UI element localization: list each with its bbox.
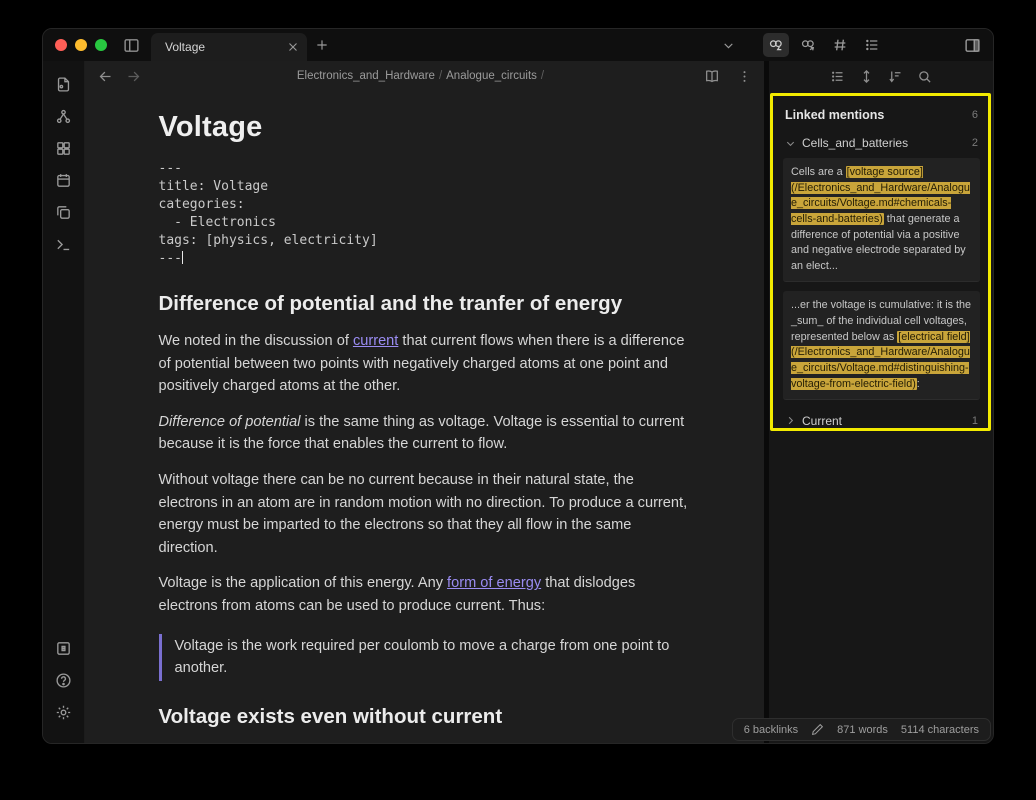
collapsed-backlinks: Current 1 Ohms_Law 1 Resistance 1 — [783, 409, 980, 431]
graph-view-icon[interactable] — [49, 103, 79, 129]
navigate-back-icon[interactable] — [93, 65, 117, 87]
section-heading: Voltage exists even without current — [159, 705, 691, 729]
frontmatter-line: categories: — [159, 196, 691, 214]
minimize-window-button[interactable] — [75, 39, 87, 51]
frontmatter[interactable]: ---title: Voltagecategories: - Electroni… — [159, 160, 691, 268]
more-options-icon[interactable] — [732, 65, 756, 87]
blockquote: Voltage is the work required per coulomb… — [159, 634, 691, 682]
search-icon[interactable] — [917, 69, 932, 84]
frontmatter-line: title: Voltage — [159, 178, 691, 196]
text-segment: Voltage is the application of this energ… — [159, 575, 448, 591]
outgoing-links-icon[interactable] — [795, 33, 821, 57]
backlink-file-count: 2 — [972, 137, 978, 149]
backlink-file-current[interactable]: Current 1 — [783, 409, 980, 431]
settings-icon[interactable] — [49, 699, 79, 725]
traffic-lights — [43, 29, 117, 61]
word-count-status[interactable]: 871 words — [837, 724, 888, 736]
new-tab-icon[interactable] — [307, 29, 337, 61]
text-segment: Difference of potential — [159, 414, 301, 430]
section-heading: Difference of potential and the tranfer … — [159, 292, 691, 316]
toggle-right-sidebar-icon[interactable] — [959, 33, 985, 57]
breadcrumb: Electronics_and_Hardware/Analogue_circui… — [145, 70, 700, 82]
backlinks-icon[interactable] — [763, 33, 789, 57]
note-body: Difference of potential and the tranfer … — [159, 292, 691, 743]
quick-switcher-icon[interactable] — [49, 71, 79, 97]
tab-voltage[interactable]: Voltage — [151, 33, 307, 61]
toggle-left-sidebar-icon[interactable] — [117, 29, 145, 61]
sort-order-icon[interactable] — [888, 69, 903, 84]
breadcrumb-item[interactable]: Electronics_and_Hardware — [297, 70, 435, 82]
linked-mentions-count: 6 — [972, 109, 978, 121]
linked-mentions-header: Linked mentions 6 — [783, 106, 980, 132]
backlink-file-count: 1 — [972, 415, 978, 427]
expand-collapse-icon[interactable] — [859, 69, 874, 84]
paragraph: Without voltage there can be no current … — [159, 469, 691, 559]
app-window: Voltage — [42, 28, 994, 744]
backlinks-pane-header — [769, 61, 993, 91]
editor-pane: Electronics_and_Hardware/Analogue_circui… — [85, 61, 764, 743]
note-title: Voltage — [159, 111, 691, 144]
tags-icon[interactable] — [827, 33, 853, 57]
edit-mode-icon[interactable] — [811, 723, 824, 736]
left-ribbon — [43, 61, 85, 743]
chevron-down-icon — [785, 138, 796, 149]
backlink-count-status[interactable]: 6 backlinks — [744, 724, 798, 736]
breadcrumb-separator: / — [435, 70, 446, 82]
show-context-icon[interactable] — [830, 69, 845, 84]
text-segment: : — [917, 378, 920, 390]
text-segment: Cells are a — [791, 166, 846, 178]
text-segment: Voltage is the work required per coulomb… — [175, 638, 670, 676]
workspace: Electronics_and_Hardware/Analogue_circui… — [43, 61, 993, 743]
reading-view-icon[interactable] — [700, 65, 724, 87]
character-count-status[interactable]: 5114 characters — [901, 724, 979, 736]
text-segment: We noted in the discussion of — [159, 333, 353, 349]
editor-scroll-area[interactable]: Voltage ---title: Voltagecategories: - E… — [85, 91, 764, 743]
terminal-icon[interactable] — [49, 231, 79, 257]
titlebar-actions — [715, 29, 993, 61]
document: Voltage ---title: Voltagecategories: - E… — [159, 91, 691, 743]
templates-icon[interactable] — [49, 199, 79, 225]
frontmatter-line: tags: [physics, electricity] — [159, 232, 691, 250]
help-icon[interactable] — [49, 667, 79, 693]
text-cursor — [182, 251, 183, 264]
tab-title: Voltage — [165, 40, 287, 54]
annotation-highlight-box: Linked mentions 6 Cells_and_batteries 2 … — [770, 93, 991, 431]
right-sidebar: Linked mentions 6 Cells_and_batteries 2 … — [769, 61, 993, 743]
backlink-snippet[interactable]: ...er the voltage is cumulative: it is t… — [783, 291, 980, 400]
backlink-file-label: Current — [802, 414, 842, 428]
tab-close-icon[interactable] — [287, 41, 299, 53]
breadcrumb-item[interactable]: Analogue_circuits — [446, 70, 537, 82]
text-segment: Without voltage there can be no current … — [159, 472, 688, 556]
titlebar: Voltage — [43, 29, 993, 61]
backlink-file-cells-and-batteries[interactable]: Cells_and_batteries 2 — [783, 132, 980, 158]
close-window-button[interactable] — [55, 39, 67, 51]
editor-pane-header: Electronics_and_Hardware/Analogue_circui… — [85, 61, 764, 91]
chevron-right-icon — [785, 415, 796, 426]
daily-note-icon[interactable] — [49, 167, 79, 193]
canvas-icon[interactable] — [49, 135, 79, 161]
paragraph: We noted in the discussion of current th… — [159, 330, 691, 398]
paragraph: Voltage is the application of this energ… — [159, 572, 691, 617]
internal-link[interactable]: current — [353, 333, 398, 349]
outline-icon[interactable] — [859, 33, 885, 57]
internal-link[interactable]: form of energy — [447, 575, 541, 591]
text-segment: Voltage exists even without current — [159, 705, 503, 728]
text-segment: Difference of potential and the tranfer … — [159, 292, 623, 315]
status-bar: 6 backlinks 871 words 5114 characters — [732, 718, 991, 741]
paragraph: Difference of potential is the same thin… — [159, 411, 691, 456]
navigate-forward-icon[interactable] — [121, 65, 145, 87]
backlink-file-label: Cells_and_batteries — [802, 136, 908, 150]
vault-switcher-icon[interactable] — [49, 635, 79, 661]
titlebar-drag-region — [337, 29, 715, 61]
breadcrumb-separator: / — [537, 70, 548, 82]
frontmatter-line: --- — [159, 160, 691, 178]
zoom-window-button[interactable] — [95, 39, 107, 51]
backlink-snippet[interactable]: Cells are a [voltage source](/Electronic… — [783, 158, 980, 282]
frontmatter-line: - Electronics — [159, 214, 691, 232]
tab-list-chevron-icon[interactable] — [715, 33, 741, 57]
frontmatter-line: --- — [159, 250, 691, 268]
linked-mentions-title: Linked mentions — [785, 108, 884, 122]
